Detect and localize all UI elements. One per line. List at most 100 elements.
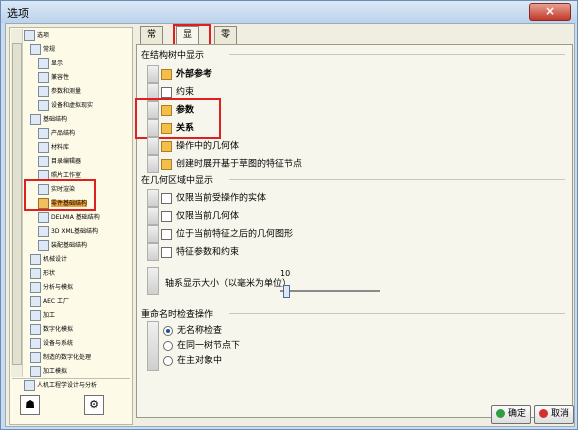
tree-item-machining-sim[interactable]: 加工模拟 (30, 366, 67, 378)
rename-check-divider (229, 313, 565, 314)
tree-tool-left-icon[interactable]: ☗ (20, 395, 40, 415)
opt-constraints[interactable]: 约束 (147, 83, 194, 101)
side-icon (147, 189, 159, 207)
material-library-icon (38, 142, 49, 153)
axis-size-track (280, 290, 380, 292)
assembly-icon (38, 240, 49, 251)
opt-only-current-body[interactable]: 仅限当前受操作的实体 (147, 189, 266, 207)
main-object-radio[interactable] (163, 355, 173, 366)
mechanical-design-icon (30, 254, 41, 265)
feature-params-checkbox[interactable] (161, 246, 172, 258)
axis-size-row (147, 267, 161, 297)
tree-item-catalog-editor[interactable]: 目录编辑器 (38, 156, 81, 168)
bodies-checkbox[interactable] (161, 140, 172, 152)
tree-item-analysis[interactable]: 分析与模拟 (30, 282, 73, 294)
tree-tool-right-icon[interactable]: ⚙ (84, 395, 104, 415)
tree-item-material-library[interactable]: 材料库 (38, 142, 69, 154)
options-tree: 选项 常规 显示 兼容性 参数和测量 设备和虚拟现实 基础结构 产品结构 材料库… (9, 27, 133, 425)
constraints-checkbox[interactable] (161, 86, 172, 98)
radio-same-tree-node[interactable]: 在同一树节点下 (163, 339, 240, 353)
only-current-geomset-checkbox[interactable] (161, 210, 172, 222)
tree-item-options[interactable]: 选项 (24, 30, 49, 42)
tree-item-machining[interactable]: 加工 (30, 310, 55, 322)
tree-item-aec-plant[interactable]: AEC 工厂 (30, 296, 69, 308)
tree-item-parameters[interactable]: 参数和测量 (38, 86, 81, 98)
tree-item-compatibility[interactable]: 兼容性 (38, 72, 69, 84)
tree-item-display[interactable]: 显示 (38, 58, 63, 70)
only-current-body-checkbox[interactable] (161, 192, 172, 204)
tree-item-devices[interactable]: 设备和虚拟现实 (38, 100, 93, 112)
tree-item-mechanical-design[interactable]: 机械设计 (30, 254, 67, 266)
side-icon (147, 243, 159, 261)
external-refs-checkbox[interactable] (161, 68, 172, 80)
3dxml-icon (38, 226, 49, 237)
display-tab-page: 在结构树中显示 外部参考 约束 参数 关系 操作中的几何体 创建时展开基于草图的… (135, 44, 573, 418)
general-icon (30, 44, 41, 55)
tree-item-assembly[interactable]: 装配基础结构 (38, 240, 87, 252)
expand-sketch-checkbox[interactable] (161, 158, 172, 170)
dialog-client: 选项 常规 显示 兼容性 参数和测量 设备和虚拟现实 基础结构 产品结构 材料库… (5, 23, 575, 427)
opt-external-refs[interactable]: 外部参考 (147, 65, 212, 83)
axis-size-value: 10 (280, 269, 291, 278)
analysis-icon (30, 282, 41, 293)
tree-item-digital-mockup[interactable]: 数字化模拟 (30, 324, 73, 336)
aec-plant-icon (30, 296, 41, 307)
side-icon (147, 207, 159, 225)
tree-highlight-frame (24, 179, 96, 211)
tab-general[interactable]: 常规 (140, 26, 164, 57)
opt-only-current-geomset[interactable]: 仅限当前几何体 (147, 207, 239, 225)
digital-mockup-icon (30, 324, 41, 335)
delmia-icon (38, 212, 49, 223)
parameters-icon (38, 86, 49, 97)
no-name-check-radio[interactable] (163, 325, 173, 336)
compatibility-icon (38, 72, 49, 83)
ok-icon (496, 409, 505, 418)
tree-item-digital-process[interactable]: 制造的数字化处理 (30, 352, 91, 364)
radio-no-name-check[interactable]: 无名称检查 (163, 324, 222, 338)
close-button[interactable]: × (529, 3, 571, 21)
side-icon (147, 321, 159, 371)
opt-bodies-in-operations[interactable]: 操作中的几何体 (147, 137, 239, 155)
options-root-icon (24, 30, 35, 41)
tree-item-equipment[interactable]: 设备与系统 (30, 338, 73, 350)
rename-side-panel (147, 321, 161, 371)
tab-part-document[interactable]: 零件文档 (214, 26, 238, 91)
same-tree-node-radio[interactable] (163, 340, 173, 351)
radio-main-object[interactable]: 在主对象中 (163, 354, 222, 368)
equipment-icon (30, 338, 41, 349)
tree-item-delmia[interactable]: DELMIA 基础结构 (38, 212, 100, 224)
geometry-display-divider (229, 179, 565, 180)
tree-display-title: 在结构树中显示 (141, 51, 205, 61)
axis-size-slider[interactable] (283, 285, 290, 298)
tree-display-divider (229, 54, 565, 55)
options-dialog: 选项 × 选项 常规 显示 兼容性 参数和测量 设备和虚拟现实 基础结构 产品结… (0, 0, 578, 430)
geometry-after-checkbox[interactable] (161, 228, 172, 240)
shape-icon (30, 268, 41, 279)
rename-check-title: 重命名时检查操作 (141, 310, 214, 320)
tree-item-3dxml[interactable]: 3D XML基础结构 (38, 226, 98, 238)
tree-item-general[interactable]: 常规 (30, 44, 55, 56)
cancel-button[interactable]: 取消 (534, 405, 574, 424)
opt-expand-sketch-nodes[interactable]: 创建时展开基于草图的特征节点 (147, 155, 302, 173)
machining-icon (30, 310, 41, 321)
tree-item-product-structure[interactable]: 产品结构 (38, 128, 75, 140)
window-title: 选项 (7, 7, 29, 20)
tree-scrollbar[interactable] (11, 29, 23, 377)
side-icon (147, 137, 159, 155)
ok-button[interactable]: 确定 (491, 405, 531, 424)
tree-item-shape[interactable]: 形状 (30, 268, 55, 280)
tree-item-infrastructure[interactable]: 基础结构 (30, 114, 67, 126)
axis-size-label: 轴系显示大小（以毫米为单位） (165, 279, 292, 289)
geometry-display-title: 在几何区域中显示 (141, 176, 214, 186)
display-icon (38, 58, 49, 69)
opt-feature-params[interactable]: 特征参数和约束 (147, 243, 239, 261)
tree-scroll-thumb[interactable] (12, 43, 22, 365)
opt-geometry-after-feature[interactable]: 位于当前特征之后的几何图形 (147, 225, 293, 243)
digital-process-icon (30, 352, 41, 363)
side-icon (147, 155, 159, 173)
machining-sim-icon (30, 366, 41, 377)
side-icon (147, 65, 159, 83)
devices-icon (38, 100, 49, 111)
params-relations-highlight (135, 98, 221, 139)
side-icon (147, 267, 159, 295)
